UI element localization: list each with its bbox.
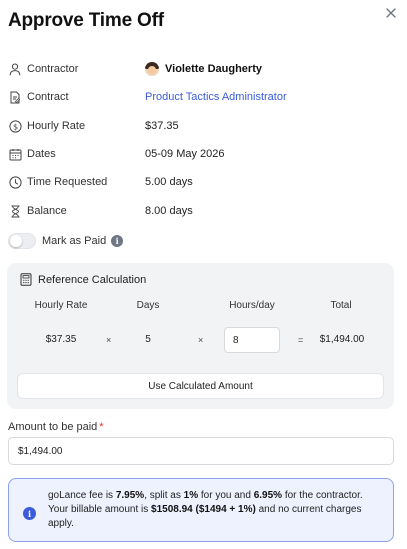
- reference-title-text: Reference Calculation: [38, 273, 147, 286]
- calendar-icon: [8, 147, 22, 161]
- contract-link[interactable]: Product Tactics Administrator: [145, 91, 287, 103]
- calc-days: 5: [145, 334, 151, 345]
- time-requested-label: Time Requested: [27, 176, 108, 188]
- reference-title: Reference Calculation: [20, 273, 146, 286]
- multiply-sign: ×: [106, 335, 112, 345]
- amount-label-text: Amount to be paid: [8, 421, 98, 433]
- time-requested-value: 5.00 days: [145, 176, 193, 188]
- header-hourly-rate: Hourly Rate: [34, 300, 88, 311]
- hourly-rate-label: Hourly Rate: [27, 120, 86, 132]
- avatar: [145, 62, 159, 76]
- header-hours-per-day: Hours/day: [229, 300, 275, 311]
- info-icon: i: [23, 507, 36, 520]
- fee-text-part: goLance fee is: [48, 490, 116, 501]
- mark-as-paid-row: Mark as Paid i: [8, 233, 124, 249]
- equals-sign: =: [298, 335, 304, 345]
- fee-text-part: , split as: [144, 490, 184, 501]
- contractor-value: Violette Daugherty: [145, 62, 262, 76]
- multiply-sign: ×: [198, 335, 204, 345]
- use-calculated-amount-button[interactable]: Use Calculated Amount: [17, 373, 384, 399]
- fee-notice-text: goLance fee is 7.95%, split as 1% for yo…: [48, 489, 383, 531]
- dates-label: Dates: [27, 148, 56, 160]
- hourglass-icon: [8, 204, 22, 218]
- amount-label: Amount to be paid *: [8, 421, 104, 433]
- person-icon: [8, 62, 22, 76]
- calculator-icon: [20, 273, 32, 286]
- your-percent: 1%: [183, 490, 199, 501]
- balance-label: Balance: [27, 205, 67, 217]
- balance-value: 8.00 days: [145, 205, 193, 217]
- calc-total: $1,494.00: [319, 334, 365, 345]
- toggle-knob: [10, 235, 22, 247]
- dates-value: 05-09 May 2026: [145, 148, 225, 160]
- fee-percent: 7.95%: [115, 490, 145, 501]
- calc-hourly-rate: $37.35: [45, 334, 77, 345]
- hourly-rate-value: $37.35: [145, 120, 179, 132]
- dollar-circle-icon: $: [8, 119, 22, 133]
- contract-label: Contract: [27, 91, 69, 103]
- amount-input[interactable]: $1,494.00: [8, 437, 394, 465]
- dates-row: Dates 05-09 May 2026: [8, 144, 398, 164]
- contract-row: Contract Product Tactics Administrator: [8, 87, 398, 107]
- header-total: Total: [330, 300, 352, 311]
- mark-as-paid-toggle[interactable]: [8, 233, 36, 249]
- reference-calculation-card: Reference Calculation Hourly Rate Days H…: [7, 263, 394, 409]
- svg-text:$: $: [12, 122, 17, 131]
- contractor-percent: 6.95%: [253, 490, 283, 501]
- contract-icon: [8, 90, 22, 104]
- dialog-title: Approve Time Off: [8, 10, 164, 31]
- header-days: Days: [136, 300, 160, 311]
- time-requested-row: Time Requested 5.00 days: [8, 172, 398, 192]
- balance-row: Balance 8.00 days: [8, 201, 398, 221]
- hours-per-day-input[interactable]: 8: [224, 327, 280, 353]
- info-icon[interactable]: i: [111, 235, 124, 247]
- required-mark: *: [99, 421, 104, 433]
- clock-icon: [8, 175, 22, 189]
- close-icon[interactable]: [384, 6, 398, 20]
- contractor-label: Contractor: [27, 63, 79, 75]
- contractor-name: Violette Daugherty: [165, 63, 262, 75]
- billable-amount: $1508.94 ($1494 + 1%): [151, 504, 256, 515]
- hourly-rate-row: $ Hourly Rate $37.35: [8, 116, 398, 136]
- contractor-row: Contractor Violette Daugherty: [8, 59, 398, 79]
- fee-notice: i goLance fee is 7.95%, split as 1% for …: [8, 478, 394, 542]
- fee-text-part: for you and: [198, 490, 254, 501]
- mark-as-paid-label: Mark as Paid: [42, 235, 107, 247]
